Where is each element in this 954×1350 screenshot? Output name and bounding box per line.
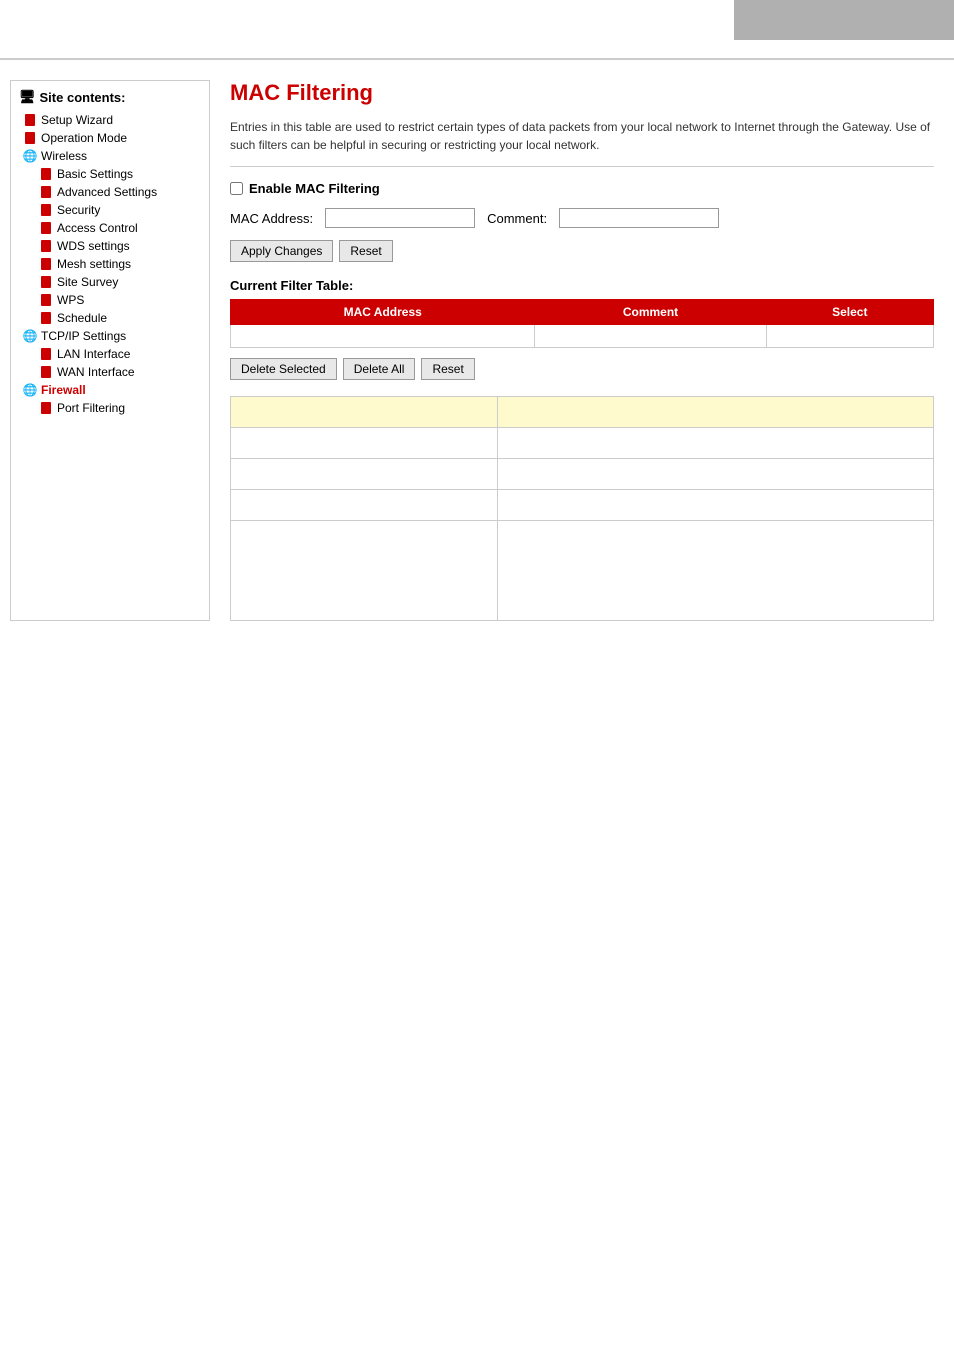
sidebar-item-firewall[interactable]: 🌐 Firewall bbox=[19, 381, 201, 399]
sidebar-item-security[interactable]: Security bbox=[19, 201, 201, 219]
page-icon bbox=[39, 275, 53, 289]
page-icon bbox=[39, 239, 53, 253]
sidebar-item-wan-interface[interactable]: WAN Interface bbox=[19, 363, 201, 381]
page-icon bbox=[39, 221, 53, 235]
page-icon bbox=[39, 293, 53, 307]
delete-selected-button[interactable]: Delete Selected bbox=[230, 358, 337, 380]
mac-address-input[interactable] bbox=[325, 208, 475, 228]
table-row bbox=[231, 428, 934, 459]
top-bar-decoration bbox=[734, 0, 954, 40]
current-filter-label: Current Filter Table: bbox=[230, 278, 934, 293]
page-icon bbox=[39, 347, 53, 361]
page-icon bbox=[23, 113, 37, 127]
bottom-cell-right bbox=[498, 490, 934, 521]
page-icon bbox=[39, 167, 53, 181]
table-cell-mac bbox=[231, 325, 535, 348]
page-icon bbox=[23, 131, 37, 145]
table-cell-select bbox=[766, 325, 933, 348]
bottom-cell-left bbox=[231, 428, 498, 459]
globe-icon: 🌐 bbox=[23, 329, 37, 343]
sidebar-item-schedule[interactable]: Schedule bbox=[19, 309, 201, 327]
table-row bbox=[231, 459, 934, 490]
table-row bbox=[231, 325, 934, 348]
sidebar-item-setup-wizard[interactable]: Setup Wizard bbox=[19, 111, 201, 129]
sidebar-item-wds-settings[interactable]: WDS settings bbox=[19, 237, 201, 255]
sidebar-title: 🖥 Site contents: bbox=[19, 89, 201, 105]
sidebar-item-operation-mode[interactable]: Operation Mode bbox=[19, 129, 201, 147]
sidebar: 🖥 Site contents: Setup Wizard Operation … bbox=[10, 80, 210, 621]
enable-mac-label[interactable]: Enable MAC Filtering bbox=[249, 181, 380, 196]
col-comment: Comment bbox=[535, 300, 766, 325]
bottom-cell-left bbox=[231, 459, 498, 490]
table-cell-comment bbox=[535, 325, 766, 348]
globe-icon: 🌐 bbox=[23, 149, 37, 163]
reset-button[interactable]: Reset bbox=[339, 240, 392, 262]
sidebar-item-lan-interface[interactable]: LAN Interface bbox=[19, 345, 201, 363]
bottom-cell-left bbox=[231, 521, 498, 621]
table-row bbox=[231, 490, 934, 521]
bottom-cell-left bbox=[231, 490, 498, 521]
page-description: Entries in this table are used to restri… bbox=[230, 118, 934, 167]
sidebar-item-wps[interactable]: WPS bbox=[19, 291, 201, 309]
bottom-cell-right bbox=[498, 397, 934, 428]
table-row bbox=[231, 521, 934, 621]
top-bar bbox=[0, 0, 954, 60]
bottom-table bbox=[230, 396, 934, 621]
form-section: Enable MAC Filtering MAC Address: Commen… bbox=[230, 181, 934, 262]
bottom-section bbox=[230, 396, 934, 621]
sidebar-item-advanced-settings[interactable]: Advanced Settings bbox=[19, 183, 201, 201]
reset-table-button[interactable]: Reset bbox=[421, 358, 474, 380]
main-layout: 🖥 Site contents: Setup Wizard Operation … bbox=[0, 60, 954, 631]
page-icon bbox=[39, 203, 53, 217]
page-title: MAC Filtering bbox=[230, 80, 934, 106]
comment-label: Comment: bbox=[487, 211, 547, 226]
sidebar-monitor-icon: 🖥 bbox=[19, 89, 36, 105]
sidebar-item-port-filtering[interactable]: Port Filtering bbox=[19, 399, 201, 417]
col-mac-address: MAC Address bbox=[231, 300, 535, 325]
sidebar-item-mesh-settings[interactable]: Mesh settings bbox=[19, 255, 201, 273]
content-area: MAC Filtering Entries in this table are … bbox=[220, 80, 944, 621]
page-icon bbox=[39, 257, 53, 271]
table-row bbox=[231, 397, 934, 428]
filter-table: MAC Address Comment Select bbox=[230, 299, 934, 348]
sidebar-item-wireless[interactable]: 🌐 Wireless bbox=[19, 147, 201, 165]
sidebar-item-tcpip[interactable]: 🌐 TCP/IP Settings bbox=[19, 327, 201, 345]
bottom-cell-right bbox=[498, 459, 934, 490]
bottom-cell-left bbox=[231, 397, 498, 428]
sidebar-item-site-survey[interactable]: Site Survey bbox=[19, 273, 201, 291]
globe-icon: 🌐 bbox=[23, 383, 37, 397]
enable-row: Enable MAC Filtering bbox=[230, 181, 934, 196]
mac-comment-row: MAC Address: Comment: bbox=[230, 208, 934, 228]
enable-mac-checkbox[interactable] bbox=[230, 182, 243, 195]
delete-all-button[interactable]: Delete All bbox=[343, 358, 416, 380]
page-icon bbox=[39, 185, 53, 199]
page-icon bbox=[39, 401, 53, 415]
mac-address-label: MAC Address: bbox=[230, 211, 313, 226]
page-icon bbox=[39, 311, 53, 325]
sidebar-item-basic-settings[interactable]: Basic Settings bbox=[19, 165, 201, 183]
apply-changes-button[interactable]: Apply Changes bbox=[230, 240, 333, 262]
bottom-cell-right bbox=[498, 521, 934, 621]
form-buttons-row: Apply Changes Reset bbox=[230, 240, 934, 262]
page-icon bbox=[39, 365, 53, 379]
table-buttons-row: Delete Selected Delete All Reset bbox=[230, 358, 934, 380]
sidebar-item-access-control[interactable]: Access Control bbox=[19, 219, 201, 237]
comment-input[interactable] bbox=[559, 208, 719, 228]
bottom-cell-right bbox=[498, 428, 934, 459]
col-select: Select bbox=[766, 300, 933, 325]
